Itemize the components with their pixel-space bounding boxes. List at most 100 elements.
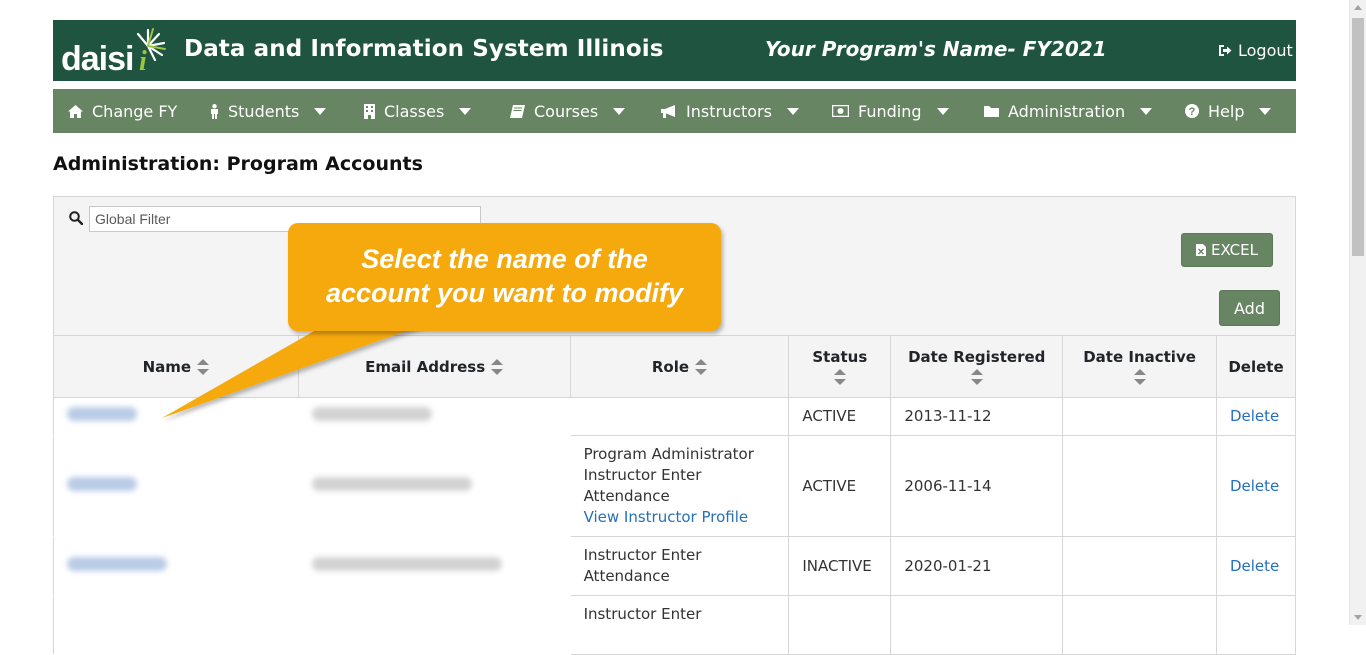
email-value (311, 556, 502, 571)
account-name-cell[interactable] (53, 536, 299, 596)
delete-link[interactable]: Delete (1230, 407, 1279, 425)
bullhorn-icon (661, 104, 675, 118)
vertical-scrollbar[interactable] (1349, 0, 1366, 625)
delete-link[interactable]: Delete (1230, 477, 1279, 495)
nav-help[interactable]: ? Help (1185, 89, 1272, 133)
account-name-link[interactable] (67, 407, 137, 421)
scroll-up-icon[interactable] (1354, 5, 1362, 10)
excel-label: EXCEL (1211, 241, 1258, 259)
status-cell: ACTIVE (788, 397, 892, 436)
nav-change-fy[interactable]: Change FY (68, 89, 177, 133)
nav-label: Classes (384, 101, 445, 121)
nav-courses[interactable]: Courses (510, 89, 626, 133)
email-cell (297, 397, 571, 436)
delete-link[interactable]: Delete (1230, 557, 1279, 575)
chevron-down-icon (936, 107, 949, 115)
nav-instructors[interactable]: Instructors (661, 89, 799, 133)
book-icon (510, 104, 525, 118)
svg-text:i: i (139, 46, 147, 77)
chevron-down-icon (613, 107, 626, 115)
column-header-date-inactive[interactable]: Date Inactive (1062, 335, 1217, 398)
column-header-email[interactable]: Email Address (297, 335, 571, 398)
account-name-cell[interactable] (53, 435, 299, 537)
column-label: Delete (1228, 357, 1284, 376)
role-line: Instructor Enter (583, 546, 702, 564)
chevron-down-icon (1140, 107, 1153, 115)
email-cell (297, 595, 571, 655)
chevron-down-icon (459, 107, 472, 115)
date-inactive-cell (1062, 536, 1217, 596)
nav-label: Help (1208, 101, 1245, 121)
nav-classes[interactable]: Classes (364, 89, 472, 133)
main-nav: Change FY Students Classes Courses Instr… (53, 89, 1296, 133)
email-cell (297, 536, 571, 596)
sign-out-icon (1219, 45, 1232, 56)
logout-button[interactable]: Logout (1218, 41, 1293, 60)
nav-students[interactable]: Students (210, 89, 327, 133)
person-icon (211, 103, 218, 119)
callout-line: Select the name of the (361, 244, 648, 274)
email-value (311, 476, 472, 491)
date-inactive-cell (1062, 595, 1217, 655)
column-label: Status (812, 348, 868, 366)
date-inactive-cell (1062, 397, 1217, 436)
role-line: Instructor Enter (583, 466, 702, 484)
table-row: ACTIVE 2013-11-12 Delete (53, 397, 1297, 436)
column-header-date-registered[interactable]: Date Registered (890, 335, 1064, 398)
chevron-down-icon (314, 107, 327, 115)
tutorial-callout: Select the name of the account you want … (288, 223, 721, 331)
add-account-button[interactable]: Add (1219, 290, 1280, 326)
account-name-link[interactable] (67, 556, 167, 571)
status-cell: INACTIVE (788, 536, 892, 596)
nav-label: Courses (534, 101, 599, 121)
table-row: Instructor Enter Attendance INACTIVE 202… (53, 536, 1297, 596)
role-line: Attendance (583, 487, 670, 505)
table-header-row: Name Email Address Role Status Date Regi… (53, 335, 1297, 398)
excel-export-button[interactable]: EXCEL (1181, 233, 1273, 267)
page-title: Administration: Program Accounts (53, 153, 423, 175)
column-label: Date Inactive (1083, 348, 1196, 366)
role-cell: Instructor Enter Attendance (569, 536, 790, 596)
delete-cell: Delete (1215, 435, 1297, 537)
daisi-logo[interactable]: i daisi (61, 26, 171, 78)
account-name-cell[interactable] (53, 397, 299, 436)
role-line: Program Administrator (583, 445, 754, 463)
chevron-down-icon (1259, 107, 1272, 115)
date-registered-cell (890, 595, 1064, 655)
logout-label: Logout (1238, 41, 1293, 60)
email-value (311, 407, 432, 421)
nav-funding[interactable]: Funding (832, 89, 949, 133)
scroll-down-icon[interactable] (1354, 615, 1362, 620)
table-row: Instructor Enter (53, 595, 1297, 655)
role-cell: Instructor Enter (569, 595, 790, 655)
sort-icon (970, 369, 983, 385)
sort-icon (491, 359, 504, 375)
column-header-name[interactable]: Name (53, 335, 299, 398)
scrollbar-thumb[interactable] (1352, 18, 1364, 256)
column-header-status[interactable]: Status (788, 335, 892, 398)
email-cell (297, 435, 571, 537)
delete-cell: Delete (1215, 397, 1297, 436)
status-cell (788, 595, 892, 655)
app-title: Data and Information System Illinois (184, 36, 664, 62)
status-cell: ACTIVE (788, 435, 892, 537)
nav-administration[interactable]: Administration (984, 89, 1153, 133)
date-registered-cell: 2020-01-21 (890, 536, 1064, 596)
table-row: Program Administrator Instructor Enter A… (53, 435, 1297, 537)
role-line: Instructor Enter (583, 605, 702, 623)
date-registered-cell: 2006-11-14 (890, 435, 1064, 537)
money-icon (832, 105, 849, 117)
search-icon (69, 210, 84, 229)
home-icon (68, 104, 83, 118)
column-header-role[interactable]: Role (569, 335, 790, 398)
nav-label: Instructors (686, 101, 772, 121)
account-name-link[interactable] (67, 476, 137, 491)
account-name-cell[interactable] (53, 595, 299, 655)
callout-line: account you want to modify (325, 278, 683, 308)
view-instructor-profile-link[interactable]: View Instructor Profile (584, 508, 749, 526)
role-cell (569, 397, 790, 436)
date-registered-cell: 2013-11-12 (890, 397, 1064, 436)
folder-icon (984, 106, 999, 117)
chevron-down-icon (786, 107, 799, 115)
accounts-table: Name Email Address Role Status Date Regi… (53, 335, 1297, 655)
